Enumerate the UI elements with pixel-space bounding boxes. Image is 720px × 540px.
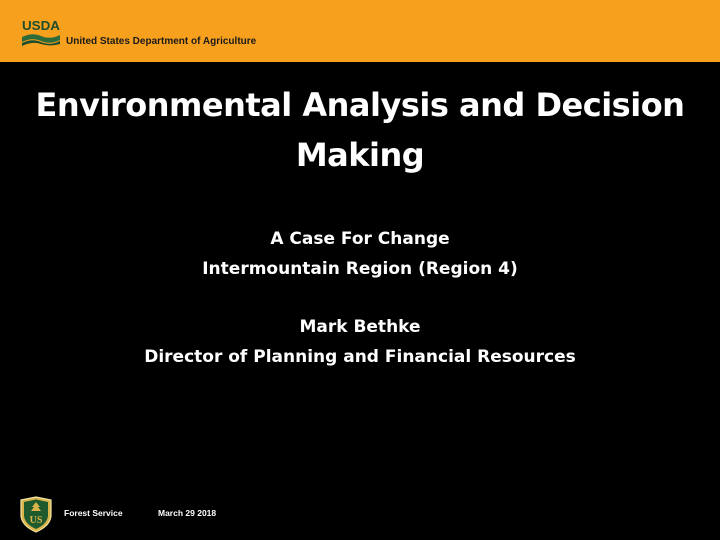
slide-title: Environmental Analysis and Decision Maki…: [35, 86, 685, 174]
subtitle-block: A Case For Change Intermountain Region (…: [20, 224, 700, 372]
presenter-name: Mark Bethke: [299, 317, 421, 337]
header-band: USDA United States Department of Agricul…: [0, 0, 720, 62]
forest-service-shield-icon: US: [20, 496, 52, 533]
usda-logo-text: USDA: [22, 18, 60, 33]
subtitle-line: Intermountain Region (Region 4): [202, 259, 518, 279]
presentation-slide: USDA United States Department of Agricul…: [0, 0, 720, 540]
shield-emblem-text: US: [30, 515, 43, 526]
usda-logo: USDA: [22, 18, 60, 46]
subtitle-line: A Case For Change: [270, 229, 450, 249]
presenter-title: Director of Planning and Financial Resou…: [144, 347, 576, 367]
agency-name: United States Department of Agriculture: [66, 36, 257, 47]
footer-date: March 29 2018: [158, 508, 217, 518]
footer-service: Forest Service: [64, 508, 123, 518]
